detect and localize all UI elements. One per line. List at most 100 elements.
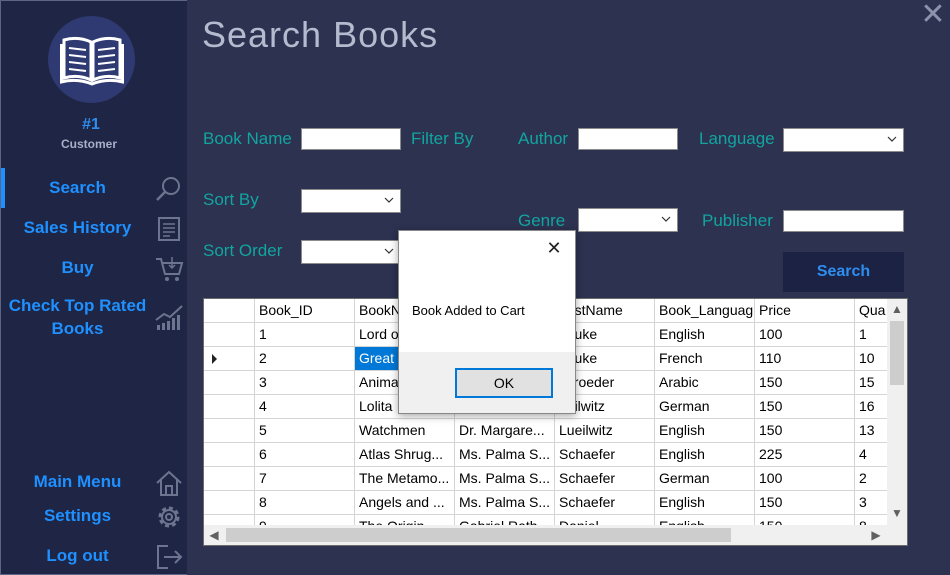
table-cell[interactable]: 5 <box>255 419 355 443</box>
column-header[interactable]: Book_ID <box>255 299 355 323</box>
table-cell[interactable]: 2 <box>255 347 355 371</box>
nav-sales-history[interactable]: Sales History <box>1 214 188 244</box>
row-header[interactable] <box>204 347 255 371</box>
table-cell[interactable]: Ms. Palma S... <box>455 491 555 515</box>
sort-order-select[interactable] <box>301 240 401 264</box>
nav-sales-history-label: Sales History <box>23 218 132 237</box>
scrollbar-corner <box>887 525 907 545</box>
table-row[interactable]: 6 Atlas Shrug... Ms. Palma S... Schaefer Eng… <box>204 443 895 467</box>
table-cell[interactable]: The Metamo... <box>355 467 455 491</box>
book-name-input[interactable] <box>301 128 401 150</box>
publisher-input[interactable] <box>783 210 904 232</box>
table-cell[interactable]: Schaefer <box>555 443 655 467</box>
table-row[interactable]: 7 The Metamo... Ms. Palma S... Schaefer Germ… <box>204 467 895 491</box>
author-input[interactable] <box>578 128 678 150</box>
nav-top-rated-label-2: Books <box>51 319 104 338</box>
scroll-left-icon[interactable]: ◀ <box>206 527 222 543</box>
nav-settings-label: Settings <box>43 506 112 525</box>
table-cell[interactable]: Watchmen <box>355 419 455 443</box>
column-header[interactable]: Price <box>755 299 855 323</box>
table-cell[interactable]: Atlas Shrug... <box>355 443 455 467</box>
window-close-button[interactable]: ✕ <box>918 0 948 32</box>
table-cell[interactable]: Schaefer <box>555 467 655 491</box>
dialog-footer: OK <box>399 352 575 413</box>
vertical-scroll-thumb[interactable] <box>890 321 904 385</box>
nav-search-label: Search <box>49 178 106 197</box>
user-role: Customer <box>60 137 117 151</box>
table-cell[interactable]: 1 <box>255 323 355 347</box>
logout-icon <box>157 545 183 569</box>
vertical-scrollbar[interactable]: ▲ ▼ <box>887 299 907 525</box>
scroll-up-icon[interactable]: ▲ <box>889 301 905 317</box>
table-cell[interactable]: 150 <box>755 371 855 395</box>
language-select[interactable] <box>783 128 904 152</box>
message-dialog: ✕ Book Added to Cart OK <box>398 230 576 414</box>
nav-main-menu[interactable]: Main Menu <box>1 468 188 498</box>
table-cell[interactable]: 6 <box>255 443 355 467</box>
table-cell[interactable]: 4 <box>255 395 355 419</box>
chevron-down-icon <box>384 248 394 254</box>
nav-settings[interactable]: Settings <box>1 502 188 532</box>
row-header[interactable] <box>204 467 255 491</box>
table-cell[interactable]: German <box>655 467 755 491</box>
table-cell[interactable]: Arabic <box>655 371 755 395</box>
table-cell[interactable]: Ms. Palma S... <box>455 467 555 491</box>
sort-by-select[interactable] <box>301 189 401 213</box>
table-cell[interactable]: English <box>655 491 755 515</box>
nav-search[interactable]: Search <box>1 174 188 204</box>
row-header[interactable] <box>204 491 255 515</box>
row-header[interactable] <box>204 323 255 347</box>
chart-icon <box>155 305 183 330</box>
table-cell[interactable]: 100 <box>755 467 855 491</box>
table-cell[interactable]: Schaefer <box>555 491 655 515</box>
row-header[interactable] <box>204 395 255 419</box>
search-button[interactable]: Search <box>783 252 904 292</box>
genre-label: Genre <box>518 211 566 230</box>
table-cell[interactable]: 150 <box>755 491 855 515</box>
chevron-down-icon <box>887 136 897 142</box>
genre-select[interactable] <box>578 208 678 232</box>
open-book-icon <box>59 36 124 86</box>
row-header[interactable] <box>204 371 255 395</box>
nav-buy[interactable]: Buy <box>1 254 188 284</box>
scroll-down-icon[interactable]: ▼ <box>889 505 905 521</box>
horizontal-scroll-thumb[interactable] <box>226 528 731 542</box>
table-cell[interactable]: 8 <box>255 491 355 515</box>
table-cell[interactable]: 150 <box>755 395 855 419</box>
language-label: Language <box>699 129 775 148</box>
table-cell[interactable]: 225 <box>755 443 855 467</box>
table-cell[interactable]: French <box>655 347 755 371</box>
table-cell[interactable]: English <box>655 323 755 347</box>
table-cell[interactable]: Ms. Palma S... <box>455 443 555 467</box>
publisher-label: Publisher <box>702 211 773 230</box>
chevron-down-icon <box>384 197 394 203</box>
table-cell[interactable]: German <box>655 395 755 419</box>
sidebar: #1 Customer Search Sales History Buy Che… <box>0 0 187 575</box>
row-header[interactable] <box>204 419 255 443</box>
nav-logout-label: Log out <box>46 546 109 565</box>
table-row[interactable]: 8 Angels and ... Ms. Palma S... Schaefer Eng… <box>204 491 895 515</box>
nav-top-rated-label-1: Check Top Rated <box>8 296 147 315</box>
nav-logout[interactable]: Log out <box>1 542 188 572</box>
dialog-close-button[interactable]: ✕ <box>542 237 566 261</box>
row-header-corner <box>204 299 255 323</box>
table-cell[interactable]: Lueilwitz <box>555 419 655 443</box>
nav-top-rated[interactable]: Check Top Rated Books <box>1 294 188 344</box>
table-cell[interactable]: English <box>655 443 755 467</box>
table-cell[interactable]: English <box>655 419 755 443</box>
table-row[interactable]: 5 Watchmen Dr. Margare... Lueilwitz English 1… <box>204 419 895 443</box>
table-cell[interactable]: 110 <box>755 347 855 371</box>
horizontal-scrollbar[interactable]: ◀ ▶ <box>204 525 887 545</box>
table-cell[interactable]: 150 <box>755 419 855 443</box>
table-cell[interactable]: Angels and ... <box>355 491 455 515</box>
table-cell[interactable]: 7 <box>255 467 355 491</box>
column-header[interactable]: Book_Languag <box>655 299 755 323</box>
avatar <box>48 16 135 103</box>
scroll-right-icon[interactable]: ▶ <box>868 527 884 543</box>
table-cell[interactable]: 100 <box>755 323 855 347</box>
ok-button[interactable]: OK <box>455 368 553 398</box>
row-header[interactable] <box>204 443 255 467</box>
table-cell[interactable]: 3 <box>255 371 355 395</box>
nav-buy-label: Buy <box>61 258 94 277</box>
table-cell[interactable]: Dr. Margare... <box>455 419 555 443</box>
